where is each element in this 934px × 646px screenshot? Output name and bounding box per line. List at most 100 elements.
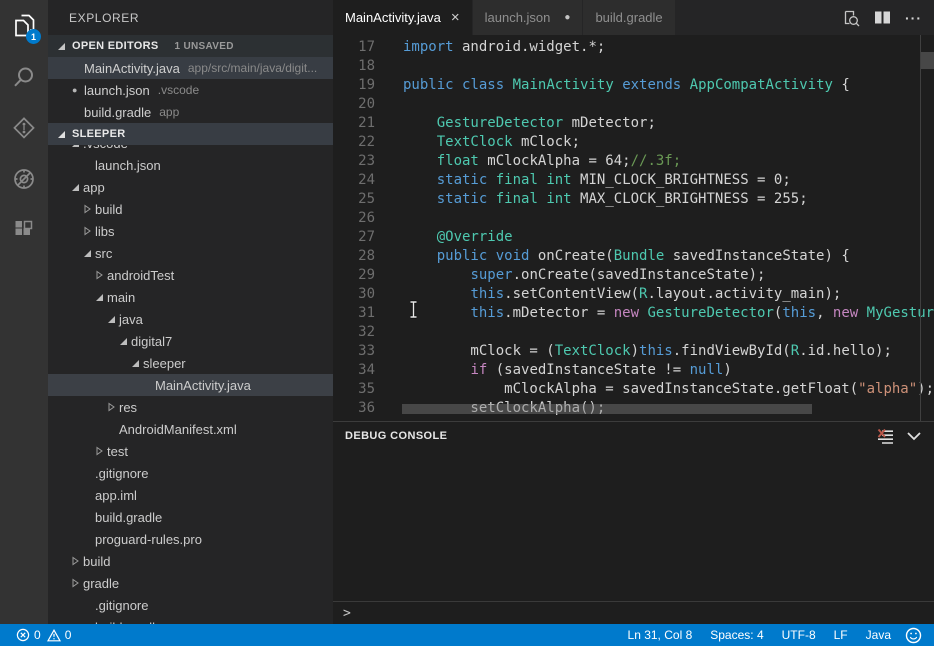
vertical-scrollbar[interactable] (921, 52, 934, 69)
line-number[interactable]: 21 (333, 114, 375, 133)
find-file-icon[interactable] (842, 9, 860, 27)
tree-item-test[interactable]: test (48, 440, 333, 462)
twisty-expanded-icon[interactable] (71, 183, 83, 192)
line-number[interactable]: 27 (333, 228, 375, 247)
more-actions-icon[interactable]: ··· (905, 10, 922, 26)
editor-line[interactable]: 18 (333, 57, 934, 76)
editor-line[interactable]: 35 mClockAlpha = savedInstanceState.getF… (333, 380, 934, 399)
line-number[interactable]: 31 (333, 304, 375, 323)
tree-item-sleeper[interactable]: sleeper (48, 352, 333, 374)
editor-line[interactable]: 30 this.setContentView(R.layout.activity… (333, 285, 934, 304)
twisty-expanded-icon[interactable] (95, 293, 107, 302)
clear-console-icon[interactable] (877, 428, 894, 444)
twisty-expanded-icon[interactable] (119, 337, 131, 346)
twisty-collapsed-icon[interactable] (95, 446, 107, 456)
tree-item-build.gradle[interactable]: build.gradle (48, 506, 333, 528)
tab-build.gradle[interactable]: build.gradle (583, 0, 675, 35)
line-number[interactable]: 30 (333, 285, 375, 304)
line-number[interactable]: 36 (333, 399, 375, 418)
twisty-collapsed-icon[interactable] (71, 556, 83, 566)
editor-line[interactable]: 21 GestureDetector mDetector; (333, 114, 934, 133)
tree-item-.gitignore[interactable]: .gitignore (48, 462, 333, 484)
twisty-collapsed-icon[interactable] (71, 578, 83, 588)
status-utf-8[interactable]: UTF-8 (782, 628, 816, 642)
line-number[interactable]: 22 (333, 133, 375, 152)
line-number[interactable]: 19 (333, 76, 375, 95)
twisty-collapsed-icon[interactable] (83, 204, 95, 214)
editor-line[interactable]: 22 TextClock mClock; (333, 133, 934, 152)
feedback-smiley-icon[interactable] (905, 627, 934, 644)
tree-item-java[interactable]: java (48, 308, 333, 330)
tab-launch.json[interactable]: launch.json● (473, 0, 584, 35)
editor-line[interactable]: 31 this.mDetector = new GestureDetector(… (333, 304, 934, 323)
tree-item-proguard-rules.pro[interactable]: proguard-rules.pro (48, 528, 333, 550)
status-java[interactable]: Java (866, 628, 891, 642)
tab-MainActivity.java[interactable]: MainActivity.java× (333, 0, 473, 35)
close-icon[interactable]: × (451, 10, 460, 25)
twisty-expanded-icon[interactable] (131, 359, 143, 368)
editor-line[interactable]: 26 (333, 209, 934, 228)
tree-item-app[interactable]: app (48, 176, 333, 198)
horizontal-scrollbar[interactable] (402, 404, 812, 414)
tree-item-main[interactable]: main (48, 286, 333, 308)
line-number[interactable]: 32 (333, 323, 375, 342)
line-number[interactable]: 33 (333, 342, 375, 361)
split-editor-icon[interactable] (874, 10, 891, 25)
activity-item-debug[interactable] (0, 153, 48, 204)
editor-line[interactable]: 33 mClock = (TextClock)this.findViewById… (333, 342, 934, 361)
line-number[interactable]: 24 (333, 171, 375, 190)
editor-line[interactable]: 29 super.onCreate(savedInstanceState); (333, 266, 934, 285)
line-number[interactable]: 23 (333, 152, 375, 171)
activity-item-extensions[interactable] (0, 204, 48, 255)
tree-item-gradle[interactable]: gradle (48, 572, 333, 594)
tree-item-androidTest[interactable]: androidTest (48, 264, 333, 286)
status-spaces-4[interactable]: Spaces: 4 (710, 628, 763, 642)
twisty-collapsed-icon[interactable] (83, 226, 95, 236)
twisty-expanded-icon[interactable] (107, 315, 119, 324)
twisty-expanded-icon[interactable] (71, 145, 83, 148)
activity-item-search[interactable] (0, 51, 48, 102)
activity-item-explorer[interactable]: 1 (0, 0, 48, 51)
editor-line[interactable]: 19public class MainActivity extends AppC… (333, 76, 934, 95)
tree-item-.gitignore[interactable]: .gitignore (48, 594, 333, 616)
problems-status[interactable]: 0 0 (0, 628, 71, 642)
editor-line[interactable]: 23 float mClockAlpha = 64;//.3f; (333, 152, 934, 171)
debug-console-input[interactable]: > (333, 601, 934, 624)
status-lf[interactable]: LF (834, 628, 848, 642)
twisty-collapsed-icon[interactable] (107, 402, 119, 412)
tree-item-MainActivity.java[interactable]: MainActivity.java (48, 374, 333, 396)
line-number[interactable]: 25 (333, 190, 375, 209)
status-ln-31-col-8[interactable]: Ln 31, Col 8 (628, 628, 693, 642)
tree-item-AndroidManifest.xml[interactable]: AndroidManifest.xml (48, 418, 333, 440)
tree-item-res[interactable]: res (48, 396, 333, 418)
twisty-collapsed-icon[interactable] (95, 270, 107, 280)
editor-line[interactable]: 27 @Override (333, 228, 934, 247)
open-editor-item[interactable]: MainActivity.javaapp/src/main/java/digit… (48, 57, 333, 79)
open-editor-item[interactable]: ●launch.json.vscode (48, 79, 333, 101)
code-editor[interactable]: 17import android.widget.*;1819public cla… (333, 35, 934, 421)
editor-line[interactable]: 32 (333, 323, 934, 342)
editor-line[interactable]: 20 (333, 95, 934, 114)
editor-line[interactable]: 24 static final int MIN_CLOCK_BRIGHTNESS… (333, 171, 934, 190)
folder-section-header[interactable]: SLEEPER (48, 123, 333, 145)
tree-item-.vscode[interactable]: .vscode (48, 145, 333, 154)
editor-line[interactable]: 28 public void onCreate(Bundle savedInst… (333, 247, 934, 266)
line-number[interactable]: 18 (333, 57, 375, 76)
tree-item-digital7[interactable]: digital7 (48, 330, 333, 352)
tree-item-build[interactable]: build (48, 198, 333, 220)
line-number[interactable]: 17 (333, 38, 375, 57)
editor-line[interactable]: 34 if (savedInstanceState != null) (333, 361, 934, 380)
tree-item-launch.json[interactable]: launch.json (48, 154, 333, 176)
twisty-expanded-icon[interactable] (83, 249, 95, 258)
open-editors-header[interactable]: OPEN EDITORS 1 UNSAVED (48, 35, 333, 57)
line-number[interactable]: 29 (333, 266, 375, 285)
open-editor-item[interactable]: build.gradleapp (48, 101, 333, 123)
tree-item-build[interactable]: build (48, 550, 333, 572)
line-number[interactable]: 28 (333, 247, 375, 266)
tree-item-libs[interactable]: libs (48, 220, 333, 242)
editor-line[interactable]: 25 static final int MAX_CLOCK_BRIGHTNESS… (333, 190, 934, 209)
tree-item-src[interactable]: src (48, 242, 333, 264)
line-number[interactable]: 26 (333, 209, 375, 228)
line-number[interactable]: 34 (333, 361, 375, 380)
editor-line[interactable]: 17import android.widget.*; (333, 38, 934, 57)
